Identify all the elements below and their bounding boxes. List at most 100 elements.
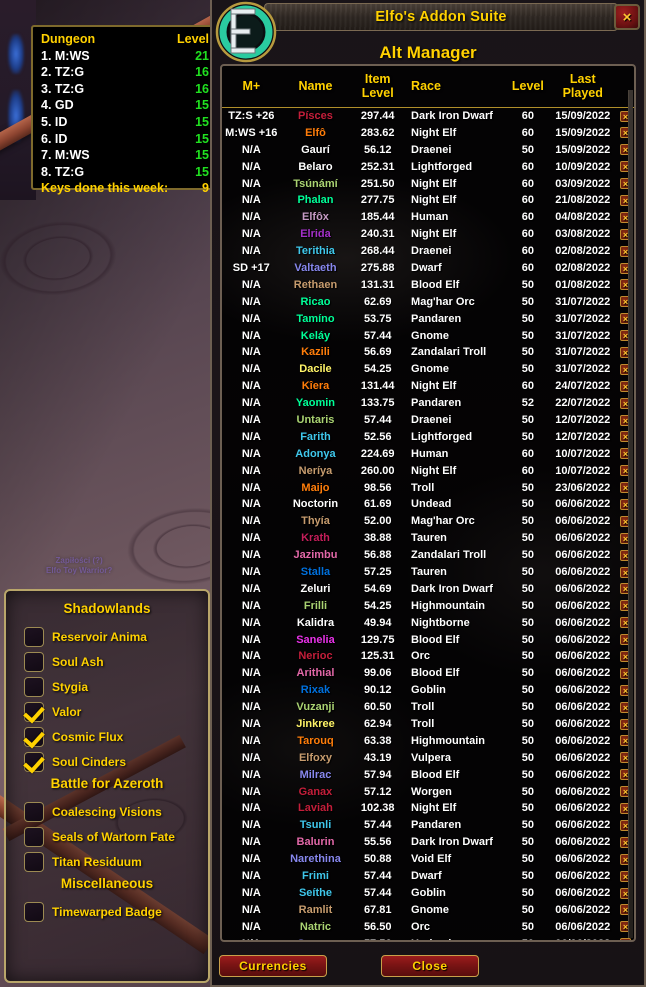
table-row[interactable]: N/A Maijo 98.56 Troll 50 23/06/2022 × [222,479,634,496]
currency-row[interactable]: Coalescing Visions [6,799,208,824]
cell-character-name: Valtaeth [294,261,337,274]
table-row[interactable]: N/A Rethaen 131.31 Blood Elf 50 01/08/2022 × [222,276,634,293]
table-row[interactable]: N/A Neríya 260.00 Night Elf 60 10/07/2022 × [222,462,634,479]
table-row[interactable]: N/A Balurin 55.56 Dark Iron Dwarf 50 06/06/20… [222,834,634,851]
table-row[interactable]: N/A Elrida 240.31 Night Elf 60 03/08/2022 × [222,226,634,243]
keystone-dungeon-name: 1. M:WS [41,48,90,63]
table-row[interactable]: N/A Arithial 99.06 Blood Elf 50 06/06/2022 × [222,665,634,682]
table-row[interactable]: N/A Ganax 57.12 Worgen 50 06/06/2022 × [222,783,634,800]
table-row[interactable]: N/A Laviah 102.38 Night Elf 50 06/06/2022 × [222,800,634,817]
table-row[interactable]: TZ:S +26 Písces 297.44 Dark Iron Dwarf 60 15/… [222,108,634,125]
currency-row[interactable]: Soul Cinders [6,749,208,774]
cell-level: 50 [521,633,534,646]
currency-row[interactable]: Timewarped Badge [6,899,208,924]
table-row[interactable]: N/A Kîera 131.44 Night Elf 60 24/07/2022 × [222,378,634,395]
table-row[interactable]: M:WS +16 Elfô 283.62 Night Elf 60 15/09/2022 × [222,124,634,141]
cell-item-level: 43.19 [363,751,392,764]
cell-last-played: 06/06/2022 [555,920,611,933]
checkbox-unchecked-icon[interactable] [24,901,44,922]
cell-level: 60 [521,464,534,477]
close-button[interactable]: Close [381,955,479,977]
checkbox-unchecked-icon[interactable] [24,651,44,672]
table-row[interactable]: N/A Gaurí 56.12 Draenei 50 15/09/2022 × [222,141,634,158]
table-row[interactable]: N/A Jinkree 62.94 Troll 50 06/06/2022 × [222,716,634,733]
column-header-name[interactable]: Name [280,66,351,108]
checkbox-unchecked-icon[interactable] [24,851,44,872]
table-row[interactable]: N/A Yaomin 133.75 Pandaren 52 22/07/2022 × [222,395,634,412]
cell-level: 50 [521,498,534,511]
delete-character-icon[interactable]: × [620,938,632,940]
table-row[interactable]: N/A Stalla 57.25 Tauren 50 06/06/2022 × [222,564,634,581]
close-window-button[interactable]: × [614,4,640,30]
table-row[interactable]: N/A Rixak 90.12 Goblin 50 06/06/2022 × [222,682,634,699]
table-row[interactable]: N/A Tsunli 57.44 Pandaren 50 06/06/2022 × [222,817,634,834]
cell-race: Night Elf [411,802,457,815]
table-row[interactable]: N/A Jazimbu 56.88 Zandalari Troll 50 06/06/20… [222,547,634,564]
column-header-mplus[interactable]: M+ [222,66,281,108]
currency-row[interactable]: Reservoir Anima [6,624,208,649]
table-row[interactable]: N/A Ramlit 67.81 Gnome 50 06/06/2022 × [222,901,634,918]
table-row[interactable]: N/A Zeluri 54.69 Dark Iron Dwarf 50 06/06/202… [222,580,634,597]
column-header-last-played[interactable]: Last Played [548,66,618,108]
table-row[interactable]: N/A Kazili 56.69 Zandalari Troll 50 31/07/202… [222,344,634,361]
table-row[interactable]: N/A Frilli 54.25 Highmountain 50 06/06/2022 × [222,597,634,614]
table-row[interactable]: N/A Frimi 57.44 Dwarf 50 06/06/2022 × [222,868,634,885]
cell-item-level: 57.44 [363,819,392,832]
table-row[interactable]: N/A Natric 56.50 Orc 50 06/06/2022 × [222,918,634,935]
table-row[interactable]: N/A Tsúnámí 251.50 Night Elf 60 03/09/2022 × [222,175,634,192]
cell-last-played: 06/06/2022 [555,785,611,798]
window-titlebar[interactable]: Elfo's Addon Suite [264,3,618,31]
cell-item-level: 277.75 [360,194,395,207]
table-row[interactable]: N/A Sanelia 129.75 Blood Elf 50 06/06/2022 × [222,631,634,648]
column-header-item-level[interactable]: Item Level [350,66,406,108]
column-header-race[interactable]: Race [405,66,508,108]
checkmark-icon[interactable] [24,701,44,722]
currency-row[interactable]: Soul Ash [6,649,208,674]
table-row[interactable]: N/A Adonya 224.69 Human 60 10/07/2022 × [222,445,634,462]
table-row[interactable]: N/A Belaro 252.31 Lightforged 60 10/09/2022 × [222,158,634,175]
cell-race: Undead [411,498,452,511]
table-row[interactable]: N/ASaceer57.56Undead5006/06/2022× [222,935,634,940]
table-row[interactable]: N/A Elfoxy 43.19 Vulpera 50 06/06/2022 × [222,749,634,766]
table-row[interactable]: N/A Vuzanji 60.50 Troll 50 06/06/2022 × [222,699,634,716]
table-row[interactable]: N/A Kalidra 49.94 Nightborne 50 06/06/2022 × [222,614,634,631]
table-row[interactable]: N/A Milrac 57.94 Blood Elf 50 06/06/2022 × [222,766,634,783]
table-row[interactable]: N/A Seíthe 57.44 Goblin 50 06/06/2022 × [222,884,634,901]
table-row[interactable]: N/A Untaris 57.44 Draenei 50 12/07/2022 × [222,412,634,429]
table-row[interactable]: N/A Elfôx 185.44 Human 60 04/08/2022 × [222,209,634,226]
currencies-button[interactable]: Currencies [219,955,327,977]
table-row[interactable]: N/A Tarouq 63.38 Highmountain 50 06/06/2022 × [222,732,634,749]
cell-last-played: 31/07/2022 [555,346,611,359]
checkbox-unchecked-icon[interactable] [24,826,44,847]
table-row[interactable]: N/A Terithia 268.44 Draenei 60 02/08/2022 × [222,243,634,260]
cell-last-played: 01/08/2022 [555,278,611,291]
currency-row[interactable]: Cosmic Flux [6,724,208,749]
table-row[interactable]: N/A Nerioc 125.31 Orc 50 06/06/2022 × [222,648,634,665]
table-row[interactable]: N/A Dacile 54.25 Gnome 50 31/07/2022 × [222,361,634,378]
column-header-level[interactable]: Level [507,66,549,108]
checkbox-unchecked-icon[interactable] [24,626,44,647]
checkmark-icon[interactable] [24,726,44,747]
cell-mplus: N/A [241,870,261,883]
table-row[interactable]: N/A Farith 52.56 Lightforged 50 12/07/2022 × [222,428,634,445]
checkbox-unchecked-icon[interactable] [24,801,44,822]
table-row[interactable]: N/A Phalan 277.75 Night Elf 60 21/08/2022 × [222,192,634,209]
currency-row[interactable]: Stygia [6,674,208,699]
table-row[interactable]: N/A Noctorin 61.69 Undead 50 06/06/2022 × [222,496,634,513]
table-row[interactable]: SD +17 Valtaeth 275.88 Dwarf 60 02/08/2022 × [222,260,634,277]
cell-last-played: 06/06/2022 [555,498,611,511]
table-scrollbar[interactable] [628,90,633,938]
currency-row[interactable]: Titan Residuum [6,849,208,874]
table-row[interactable]: N/A Krath 38.88 Tauren 50 06/06/2022 × [222,530,634,547]
table-row[interactable]: N/A Ricao 62.69 Mag'har Orc 50 31/07/2022 × [222,293,634,310]
currency-row[interactable]: Seals of Wartorn Fate [6,824,208,849]
currency-row[interactable]: Valor [6,699,208,724]
table-row[interactable]: N/A Thyía 52.00 Mag'har Orc 50 06/06/2022 × [222,513,634,530]
cell-character-name: Kalidra [296,616,335,629]
cell-mplus: TZ:S +26 [228,110,275,123]
checkbox-unchecked-icon[interactable] [24,676,44,697]
table-row[interactable]: N/A Narethina 50.88 Void Elf 50 06/06/2022 × [222,851,634,868]
table-row[interactable]: N/A Tamíno 53.75 Pandaren 50 31/07/2022 × [222,310,634,327]
checkmark-icon[interactable] [24,751,44,772]
table-row[interactable]: N/A Keláy 57.44 Gnome 50 31/07/2022 × [222,327,634,344]
